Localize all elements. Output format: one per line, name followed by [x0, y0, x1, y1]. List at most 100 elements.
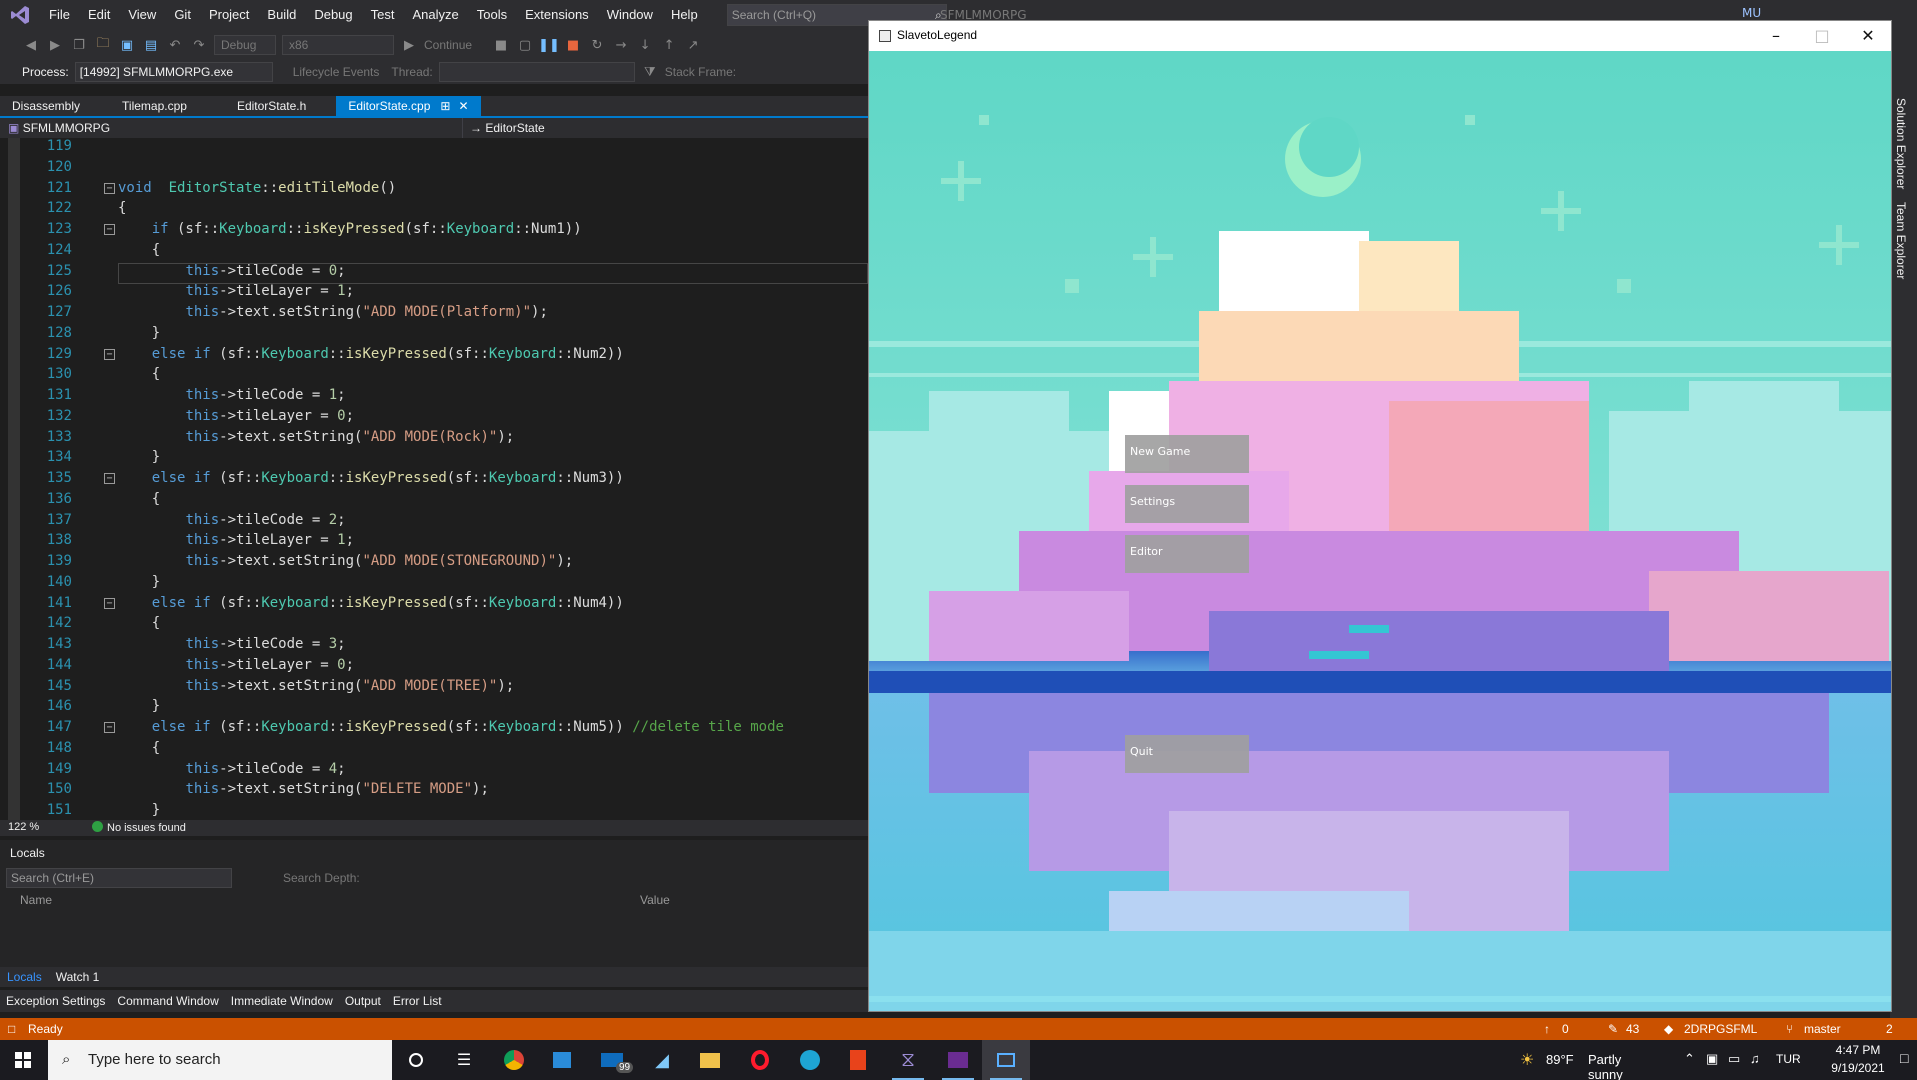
- tab-editorstate-cpp[interactable]: EditorState.cpp ⊞ ✕: [336, 96, 481, 116]
- cortana-icon[interactable]: [392, 1040, 440, 1080]
- code-line[interactable]: 143 this->tileCode = 3;: [0, 634, 868, 655]
- screenshot-icon[interactable]: ▢: [516, 36, 534, 54]
- code-line[interactable]: 148 {: [0, 738, 868, 759]
- menu-help[interactable]: Help: [662, 0, 707, 30]
- issues-indicator[interactable]: No issues found: [92, 821, 186, 834]
- filter-icon[interactable]: ⧩: [641, 63, 659, 81]
- unpushed-count[interactable]: 0: [1562, 1022, 1569, 1036]
- menu-analyze[interactable]: Analyze: [403, 0, 467, 30]
- back-icon[interactable]: ◀: [22, 36, 40, 54]
- camera-icon[interactable]: ■: [492, 36, 510, 54]
- code-line[interactable]: 128 }: [0, 323, 868, 344]
- column-header-name[interactable]: Name: [20, 893, 52, 907]
- code-line[interactable]: 135 − else if (sf::Keyboard::isKeyPressed…: [0, 468, 868, 489]
- continue-button[interactable]: Continue: [424, 38, 472, 52]
- continue-play-icon[interactable]: ▶: [400, 36, 418, 54]
- volume-icon[interactable]: ♫: [1750, 1051, 1760, 1066]
- unpushed-commits-icon[interactable]: ↑: [1544, 1022, 1550, 1036]
- new-game-button[interactable]: New Game: [1125, 435, 1249, 473]
- step-into-icon[interactable]: ↓: [636, 36, 654, 54]
- menu-extensions[interactable]: Extensions: [516, 0, 598, 30]
- branch-icon[interactable]: ⑂: [1786, 1022, 1793, 1036]
- redo-icon[interactable]: ↷: [190, 36, 208, 54]
- process-dropdown[interactable]: [14992] SFMLMMORPG.exe: [74, 62, 273, 82]
- code-editor[interactable]: 119 120 121− void EditorState::editTileMode…: [0, 138, 868, 820]
- taskbar-search-input[interactable]: ⌕ Type here to search: [48, 1040, 392, 1080]
- pause-icon[interactable]: ❚❚: [538, 36, 560, 54]
- configuration-dropdown[interactable]: Debug: [214, 35, 276, 55]
- app-icon-blue[interactable]: ◢: [638, 1040, 686, 1080]
- new-project-icon[interactable]: ❐: [70, 36, 88, 54]
- code-line[interactable]: 149 this->tileCode = 4;: [0, 759, 868, 780]
- game-titlebar[interactable]: SlavetoLegend – □ ✕: [869, 21, 1891, 51]
- code-line[interactable]: 132 this->tileLayer = 0;: [0, 406, 868, 427]
- tab-watch-1[interactable]: Watch 1: [49, 967, 107, 987]
- platform-dropdown[interactable]: x86: [282, 35, 394, 55]
- step-back-icon[interactable]: ↗: [684, 36, 702, 54]
- code-line[interactable]: 136 {: [0, 489, 868, 510]
- lifecycle-events-dropdown[interactable]: Lifecycle Events: [293, 65, 380, 79]
- input-language[interactable]: TUR: [1776, 1052, 1801, 1066]
- undo-icon[interactable]: ↶: [166, 36, 184, 54]
- code-line[interactable]: 138 this->tileLayer = 1;: [0, 530, 868, 551]
- notification-center-icon[interactable]: □: [1900, 1050, 1908, 1066]
- menu-debug[interactable]: Debug: [305, 0, 361, 30]
- code-line[interactable]: 122 {: [0, 198, 868, 219]
- repo-name[interactable]: 2DRPGSFML: [1684, 1022, 1757, 1036]
- code-line[interactable]: 137 this->tileCode = 2;: [0, 510, 868, 531]
- code-line[interactable]: 151 }: [0, 800, 868, 820]
- column-header-value[interactable]: Value: [640, 893, 670, 907]
- step-over-icon[interactable]: →: [612, 36, 630, 54]
- game-taskbar-icon[interactable]: [982, 1040, 1030, 1080]
- tab-locals[interactable]: Locals: [0, 967, 49, 987]
- code-line[interactable]: 124 {: [0, 240, 868, 261]
- code-line[interactable]: 127 this->text.setString("ADD MODE(Platf…: [0, 302, 868, 323]
- code-line[interactable]: 133 this->text.setString("ADD MODE(Rock)…: [0, 427, 868, 448]
- maximize-button[interactable]: □: [1799, 21, 1845, 51]
- mail-icon[interactable]: 99: [588, 1040, 636, 1080]
- close-tab-icon[interactable]: ✕: [458, 99, 468, 113]
- weather-description[interactable]: Partly sunny: [1588, 1052, 1623, 1080]
- zoom-level[interactable]: 122 %: [8, 821, 39, 833]
- collapse-toggle-icon[interactable]: −: [104, 597, 115, 609]
- code-line[interactable]: 144 this->tileLayer = 0;: [0, 655, 868, 676]
- code-line[interactable]: 120: [0, 157, 868, 178]
- menu-view[interactable]: View: [119, 0, 165, 30]
- solution-explorer-tab[interactable]: Solution Explorer: [1894, 98, 1908, 189]
- edge-icon[interactable]: [786, 1040, 834, 1080]
- code-line[interactable]: 130 {: [0, 364, 868, 385]
- restart-icon[interactable]: ↻: [588, 36, 606, 54]
- team-explorer-tab[interactable]: Team Explorer: [1894, 202, 1908, 279]
- tab-output[interactable]: Output: [339, 990, 387, 1012]
- code-line[interactable]: 129 − else if (sf::Keyboard::isKeyPressed…: [0, 344, 868, 365]
- tab-command-window[interactable]: Command Window: [111, 990, 224, 1012]
- tab-editorstate-h[interactable]: EditorState.h: [225, 96, 318, 116]
- terminal-taskbar-icon[interactable]: [934, 1040, 982, 1080]
- notifications-count[interactable]: 2: [1886, 1022, 1893, 1036]
- clock-time[interactable]: 4:47 PM: [1828, 1043, 1888, 1057]
- menu-edit[interactable]: Edit: [79, 0, 119, 30]
- tab-immediate-window[interactable]: Immediate Window: [225, 990, 339, 1012]
- menu-build[interactable]: Build: [258, 0, 305, 30]
- repo-icon[interactable]: ◆: [1664, 1022, 1673, 1036]
- branch-name[interactable]: master: [1804, 1022, 1841, 1036]
- menu-project[interactable]: Project: [200, 0, 258, 30]
- step-out-icon[interactable]: ↑: [660, 36, 678, 54]
- save-icon[interactable]: ▣: [118, 36, 136, 54]
- collapse-toggle-icon[interactable]: −: [104, 473, 115, 484]
- code-line[interactable]: 119: [0, 138, 868, 157]
- thread-dropdown[interactable]: [438, 62, 635, 82]
- menu-test[interactable]: Test: [362, 0, 404, 30]
- menu-tools[interactable]: Tools: [468, 0, 516, 30]
- menu-git[interactable]: Git: [165, 0, 200, 30]
- game-canvas[interactable]: New Game Settings Editor Quit: [869, 51, 1891, 1011]
- weather-icon[interactable]: ☀: [1520, 1050, 1534, 1070]
- tab-error-list[interactable]: Error List: [387, 990, 448, 1012]
- tab-disassembly[interactable]: Disassembly: [0, 96, 92, 116]
- code-line[interactable]: 146 }: [0, 696, 868, 717]
- tab-exception-settings[interactable]: Exception Settings: [0, 990, 111, 1012]
- menu-file[interactable]: File: [40, 0, 79, 30]
- pin-icon[interactable]: ⊞: [440, 99, 450, 113]
- user-initials[interactable]: MU: [1742, 6, 1761, 20]
- chevron-up-icon[interactable]: ⌃: [1684, 1051, 1695, 1067]
